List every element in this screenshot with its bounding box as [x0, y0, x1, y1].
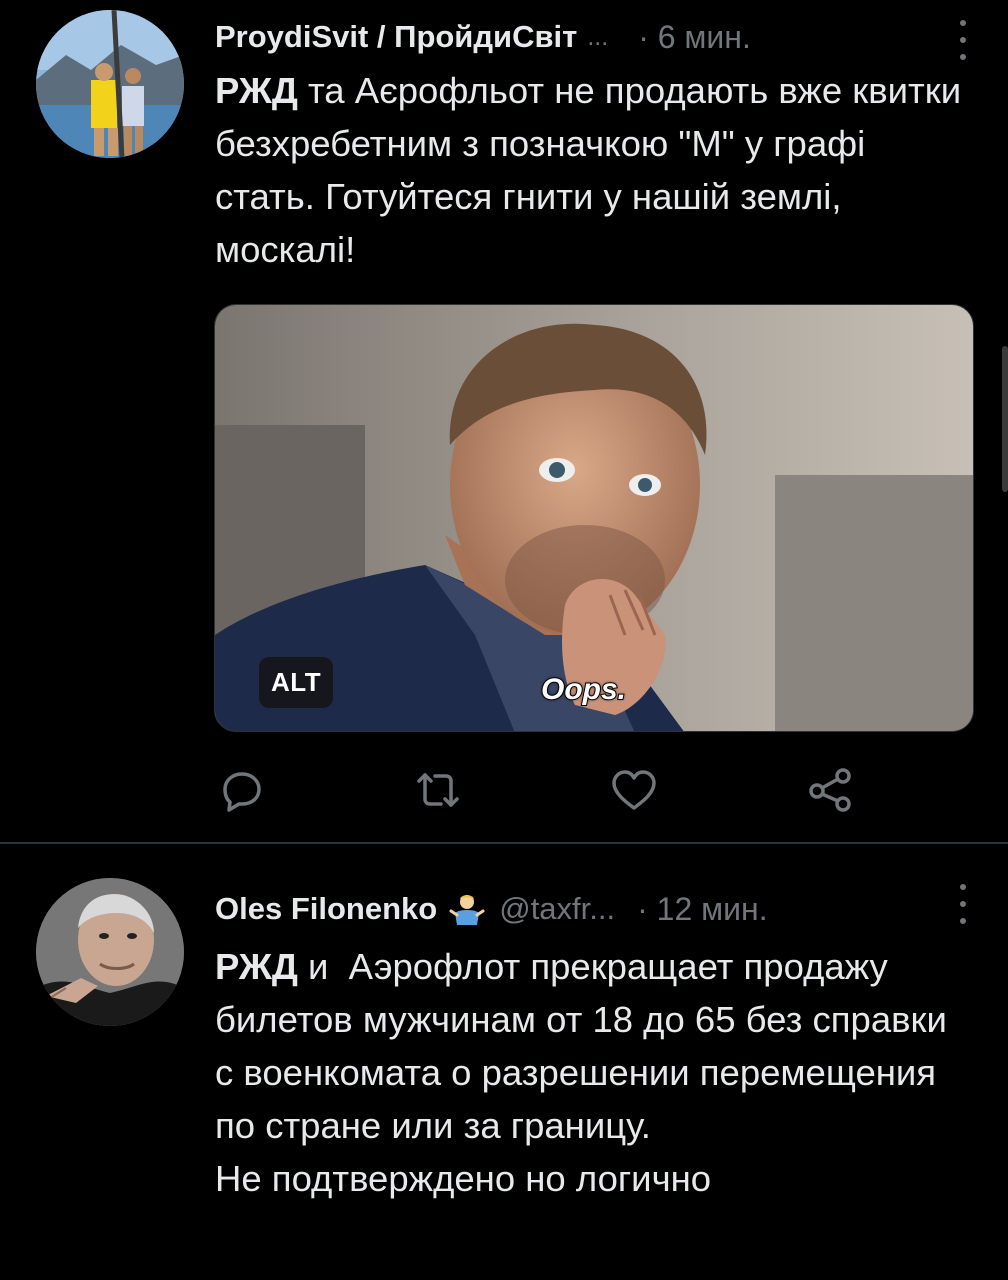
avatar[interactable] — [36, 878, 184, 1026]
author-name[interactable]: Oles Filonenko — [215, 891, 437, 927]
tweet-text-lead: РЖД — [215, 946, 298, 987]
tweet-text: РЖД та Аєрофльот не продають вже квитки … — [215, 64, 975, 276]
man-shrugging-emoji-icon — [449, 895, 485, 925]
share-icon[interactable] — [802, 762, 858, 818]
author-handle[interactable]: @taxfr... — [499, 891, 615, 927]
timestamp[interactable]: · 6 мин. — [638, 19, 751, 56]
action-bar — [0, 762, 1008, 818]
like-icon[interactable] — [606, 762, 662, 818]
truncation: ... — [587, 22, 609, 51]
tweet-text-lead: РЖД — [215, 70, 298, 111]
alt-badge[interactable]: ALT — [259, 657, 334, 708]
more-options-icon[interactable] — [956, 884, 970, 924]
avatar[interactable] — [36, 10, 184, 158]
tweet-header: Oles Filonenko @taxfr... · 12 мин. — [215, 886, 968, 932]
tweet-image[interactable]: ALT Oops. — [214, 304, 974, 732]
image-caption: Oops. — [540, 672, 627, 707]
avatar-photo — [36, 878, 184, 1026]
scrollbar[interactable] — [1002, 346, 1008, 492]
timestamp[interactable]: · 12 мин. — [637, 891, 767, 928]
avatar-photo — [36, 10, 184, 158]
tweet-text-body: та Аєрофльот не продають вже квитки безх… — [215, 70, 972, 270]
tweet-header: ProydiSvit / ПройдиСвіт ... · 6 мин. — [215, 14, 968, 60]
retweet-icon[interactable] — [410, 762, 466, 818]
author-name[interactable]: ProydiSvit / ПройдиСвіт — [215, 19, 577, 55]
more-options-icon[interactable] — [956, 20, 970, 60]
tweet-card[interactable]: ProydiSvit / ПройдиСвіт ... · 6 мин. РЖД… — [0, 0, 1008, 840]
tweet-text: РЖД и Аэрофлот прекращает продажу билето… — [215, 940, 975, 1205]
reply-icon[interactable] — [214, 762, 270, 818]
tweet-text-body: и Аэрофлот прекращает продажу билетов му… — [215, 946, 947, 1199]
